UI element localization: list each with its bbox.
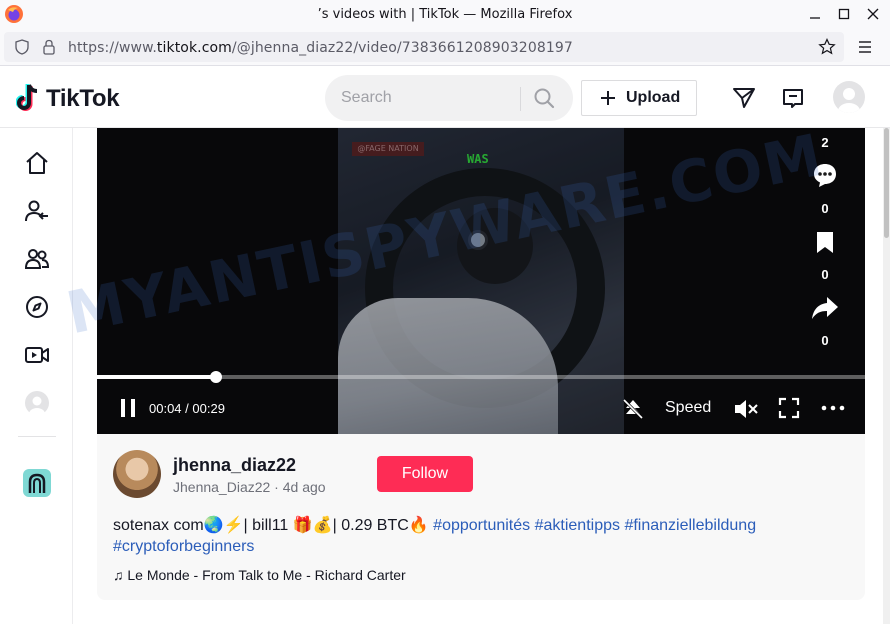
pause-icon bbox=[121, 399, 135, 417]
fullscreen-button[interactable] bbox=[778, 397, 800, 419]
shield-icon[interactable] bbox=[14, 39, 30, 55]
comment-icon bbox=[814, 164, 836, 187]
sidebar-item-following[interactable] bbox=[22, 196, 52, 226]
live-video-icon bbox=[25, 347, 49, 363]
auto-scroll-button[interactable] bbox=[621, 397, 645, 421]
share-count: 0 bbox=[821, 333, 829, 348]
video-description: sotenax com🌏⚡| bill11 🎁💰| 0.29 BTC🔥 #opp… bbox=[113, 515, 853, 557]
hashtag-link[interactable]: #cryptoforbeginners bbox=[113, 538, 254, 555]
minimize-button[interactable] bbox=[802, 4, 828, 24]
mute-button[interactable] bbox=[733, 397, 759, 421]
profile-avatar[interactable] bbox=[833, 81, 865, 113]
progress-handle[interactable] bbox=[210, 371, 223, 383]
hashtag-link[interactable]: #finanziellebildung bbox=[624, 517, 756, 534]
auto-scroll-icon bbox=[622, 398, 644, 420]
url-domain: tiktok.com bbox=[156, 40, 232, 56]
browser-navbar: https://www.tiktok.com/@jhenna_diaz22/vi… bbox=[0, 30, 890, 66]
subline-separator: · bbox=[270, 479, 283, 495]
follow-button[interactable]: Follow bbox=[377, 456, 473, 492]
more-dots-icon bbox=[821, 405, 845, 411]
video-player[interactable]: @FAGE NATION WAS bbox=[97, 128, 865, 434]
search-divider bbox=[520, 87, 521, 111]
profile-icon bbox=[25, 391, 49, 416]
author-subline: Jhenna_Diaz22 · 4d ago bbox=[173, 479, 326, 495]
menu-icon[interactable] bbox=[857, 40, 873, 54]
hashtag-link[interactable]: #opportunités bbox=[433, 517, 530, 534]
url-path: /@jhenna_diaz22/video/738366120890320819… bbox=[231, 40, 573, 56]
effect-house-icon bbox=[23, 469, 51, 497]
author-username[interactable]: jhenna_diaz22 bbox=[173, 455, 296, 476]
window-title: ’s videos with | TikTok — Mozilla Firefo… bbox=[317, 7, 573, 22]
inbox-icon[interactable] bbox=[781, 87, 805, 111]
close-window-button[interactable] bbox=[860, 4, 886, 24]
bookmark-count: 0 bbox=[821, 267, 829, 282]
lock-icon[interactable] bbox=[42, 39, 56, 55]
sidebar bbox=[0, 128, 73, 624]
progress-fill bbox=[97, 375, 217, 379]
author-avatar[interactable] bbox=[113, 450, 161, 498]
user-silhouette-icon bbox=[838, 88, 860, 113]
scrollbar-thumb[interactable] bbox=[884, 128, 889, 238]
like-count: 2 bbox=[821, 135, 829, 150]
minimize-icon bbox=[810, 17, 820, 19]
sidebar-item-profile[interactable] bbox=[22, 388, 52, 418]
url-prefix: https://www. bbox=[68, 40, 157, 56]
maximize-icon bbox=[838, 8, 850, 20]
video-dim-overlay bbox=[97, 128, 865, 434]
home-icon bbox=[26, 152, 48, 174]
sidebar-item-effect-house[interactable] bbox=[22, 468, 52, 498]
url-bar[interactable]: https://www.tiktok.com/@jhenna_diaz22/vi… bbox=[4, 32, 844, 62]
comment-button[interactable] bbox=[810, 160, 840, 190]
search-input[interactable]: Search bbox=[341, 89, 392, 107]
upload-label: Upload bbox=[626, 89, 681, 106]
sidebar-item-friends[interactable] bbox=[22, 244, 52, 274]
description-text: sotenax com🌏⚡| bill11 🎁💰| 0.29 BTC🔥 bbox=[113, 517, 434, 534]
more-options-button[interactable] bbox=[821, 399, 845, 417]
share-button[interactable] bbox=[810, 293, 840, 323]
bookmark-icon bbox=[817, 232, 833, 253]
fullscreen-icon bbox=[778, 397, 800, 419]
following-icon bbox=[25, 200, 48, 222]
upload-button[interactable]: Upload bbox=[581, 80, 697, 116]
maximize-button[interactable] bbox=[831, 4, 857, 24]
sidebar-item-live[interactable] bbox=[22, 340, 52, 370]
share-icon bbox=[812, 297, 838, 319]
site-header: TikTok Search Upload bbox=[0, 67, 890, 128]
page-scrollbar[interactable] bbox=[883, 128, 890, 624]
friends-icon bbox=[24, 249, 50, 269]
music-title: Le Monde - From Talk to Me - Richard Car… bbox=[127, 567, 406, 583]
pause-button[interactable] bbox=[117, 397, 139, 419]
speed-button[interactable]: Speed bbox=[665, 399, 711, 417]
tiktok-logo-icon[interactable] bbox=[16, 83, 42, 113]
current-time: 00:04 bbox=[149, 401, 182, 416]
comment-count: 0 bbox=[821, 201, 829, 216]
bookmark-button[interactable] bbox=[810, 227, 840, 257]
volume-muted-icon bbox=[735, 400, 758, 418]
search-bar[interactable]: Search bbox=[325, 75, 573, 121]
messages-send-icon[interactable] bbox=[732, 86, 756, 110]
post-date: 4d ago bbox=[282, 479, 326, 495]
window-titlebar: ’s videos with | TikTok — Mozilla Firefo… bbox=[0, 0, 890, 30]
hashtag-link[interactable]: #aktientipps bbox=[535, 517, 620, 534]
sidebar-item-explore[interactable] bbox=[22, 292, 52, 322]
url-text[interactable]: https://www.tiktok.com/@jhenna_diaz22/vi… bbox=[68, 40, 573, 56]
playback-time: 00:04 / 00:29 bbox=[149, 401, 225, 416]
plus-icon bbox=[601, 91, 615, 105]
bookmark-star-icon[interactable] bbox=[818, 38, 836, 56]
sidebar-divider bbox=[18, 436, 56, 437]
music-note-icon: ♫ bbox=[113, 567, 128, 583]
time-separator: / bbox=[181, 401, 193, 416]
music-link[interactable]: ♫ Le Monde - From Talk to Me - Richard C… bbox=[113, 567, 406, 583]
author-display-name: Jhenna_Diaz22 bbox=[173, 479, 271, 495]
duration: 00:29 bbox=[192, 401, 225, 416]
close-icon bbox=[867, 8, 879, 20]
search-icon[interactable] bbox=[533, 87, 555, 109]
logo-text[interactable]: TikTok bbox=[46, 85, 120, 113]
compass-icon bbox=[26, 296, 48, 318]
sidebar-item-home[interactable] bbox=[22, 148, 52, 178]
